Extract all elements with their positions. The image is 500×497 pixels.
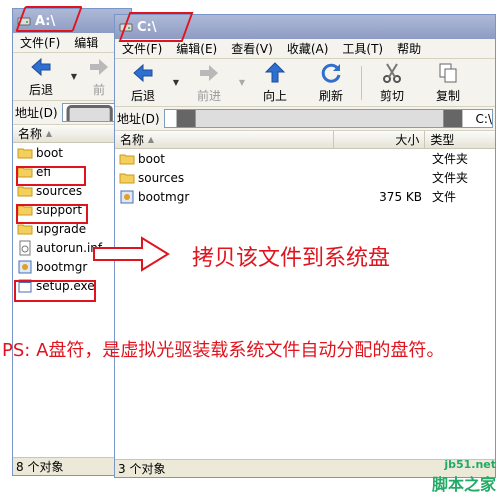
refresh-button[interactable]: 刷新 bbox=[303, 60, 359, 106]
menu-edit[interactable]: 编辑(E) bbox=[169, 40, 224, 57]
column-name[interactable]: 名称 ▲ bbox=[115, 131, 334, 148]
system-file-icon bbox=[18, 260, 32, 273]
address-input[interactable]: C:\ bbox=[163, 109, 493, 128]
menu-bar-c: 文件(F) 编辑(E) 查看(V) 收藏(A) 工具(T) 帮助 bbox=[115, 39, 495, 59]
sort-up-icon: ▲ bbox=[147, 135, 154, 144]
folder-icon bbox=[17, 148, 33, 158]
file-list-c: boot 文件夹 sources 文件夹 bootmgr 375 KB 文件 bbox=[115, 149, 495, 459]
file-name: sources bbox=[138, 170, 185, 185]
menu-favorites[interactable]: 收藏(A) bbox=[280, 40, 336, 57]
refresh-icon bbox=[321, 63, 341, 83]
watermark-site: jb51.net bbox=[444, 458, 496, 471]
inf-file-icon bbox=[19, 240, 31, 255]
cut-button[interactable]: 剪切 bbox=[364, 60, 420, 106]
forward-arrow-icon bbox=[90, 59, 108, 75]
back-arrow-icon bbox=[31, 57, 51, 77]
folder-icon bbox=[119, 173, 135, 183]
watermark-brand: 脚本之家 bbox=[431, 475, 496, 494]
back-button[interactable]: 后退 bbox=[13, 54, 69, 100]
menu-file[interactable]: 文件(F) bbox=[13, 34, 67, 51]
file-name: boot bbox=[36, 145, 64, 160]
file-type: 文件夹 bbox=[432, 152, 469, 166]
highlight-boot bbox=[16, 166, 86, 186]
back-button[interactable]: 后退 bbox=[115, 60, 171, 106]
back-dropdown-icon[interactable]: ▼ bbox=[69, 72, 79, 81]
toolbar-separator bbox=[361, 65, 362, 100]
column-type[interactable]: 类型 bbox=[425, 131, 495, 148]
highlight-title-c bbox=[118, 12, 194, 42]
sort-up-icon: ▲ bbox=[45, 129, 52, 138]
menu-help[interactable]: 帮助 bbox=[390, 40, 428, 57]
up-arrow-icon bbox=[264, 62, 286, 83]
highlight-bootmgr bbox=[14, 280, 96, 302]
forward-arrow-icon bbox=[200, 65, 218, 81]
list-item[interactable]: bootmgr 375 KB 文件 bbox=[115, 187, 495, 206]
list-item[interactable]: boot 文件夹 bbox=[115, 149, 495, 168]
file-size: 375 KB bbox=[379, 189, 422, 204]
highlight-sources bbox=[16, 204, 88, 224]
copy-annotation: 拷贝该文件到系统盘 bbox=[192, 246, 391, 271]
watermark: jb51.net 脚本之家 bbox=[432, 458, 496, 495]
back-arrow-icon bbox=[133, 63, 153, 83]
copy-icon bbox=[439, 63, 457, 83]
drive-icon bbox=[176, 110, 462, 127]
address-bar-c: 地址(D) C:\ bbox=[115, 107, 495, 131]
scissors-icon bbox=[383, 63, 401, 83]
drive-icon bbox=[66, 104, 113, 121]
highlight-title-a bbox=[15, 6, 83, 32]
back-dropdown-icon[interactable]: ▼ bbox=[171, 78, 181, 87]
file-type: 文件夹 bbox=[432, 171, 469, 185]
address-label: 地址(D) bbox=[117, 112, 160, 126]
copy-button[interactable]: 复制 bbox=[420, 60, 476, 106]
address-label: 地址(D) bbox=[15, 106, 58, 120]
list-header-c: 名称 ▲ 大小 类型 bbox=[115, 131, 495, 149]
ps-annotation: PS: A盘符，是虚拟光驱装载系统文件自动分配的盘符。 bbox=[2, 340, 445, 361]
up-button[interactable]: 向上 bbox=[247, 60, 303, 106]
file-name: bootmgr bbox=[36, 259, 88, 274]
menu-file[interactable]: 文件(F) bbox=[115, 40, 169, 57]
forward-dropdown-icon[interactable]: ▼ bbox=[237, 78, 247, 87]
column-size[interactable]: 大小 bbox=[334, 131, 426, 148]
toolbar-c: 后退 ▼ 前进 ▼ 向上 刷新 剪切 复制 bbox=[115, 59, 495, 107]
red-arrow-icon bbox=[93, 236, 170, 272]
list-item[interactable]: sources 文件夹 bbox=[115, 168, 495, 187]
forward-button[interactable]: 前进 bbox=[181, 60, 237, 106]
file-name: boot bbox=[138, 151, 166, 166]
menu-view[interactable]: 查看(V) bbox=[224, 40, 280, 57]
system-file-icon bbox=[120, 190, 134, 203]
menu-tools[interactable]: 工具(T) bbox=[335, 40, 390, 57]
forward-button[interactable]: 前 bbox=[79, 54, 119, 100]
file-name: bootmgr bbox=[138, 189, 190, 204]
file-type: 文件 bbox=[432, 190, 457, 204]
folder-icon bbox=[119, 154, 135, 164]
menu-edit[interactable]: 编辑 bbox=[67, 34, 105, 51]
